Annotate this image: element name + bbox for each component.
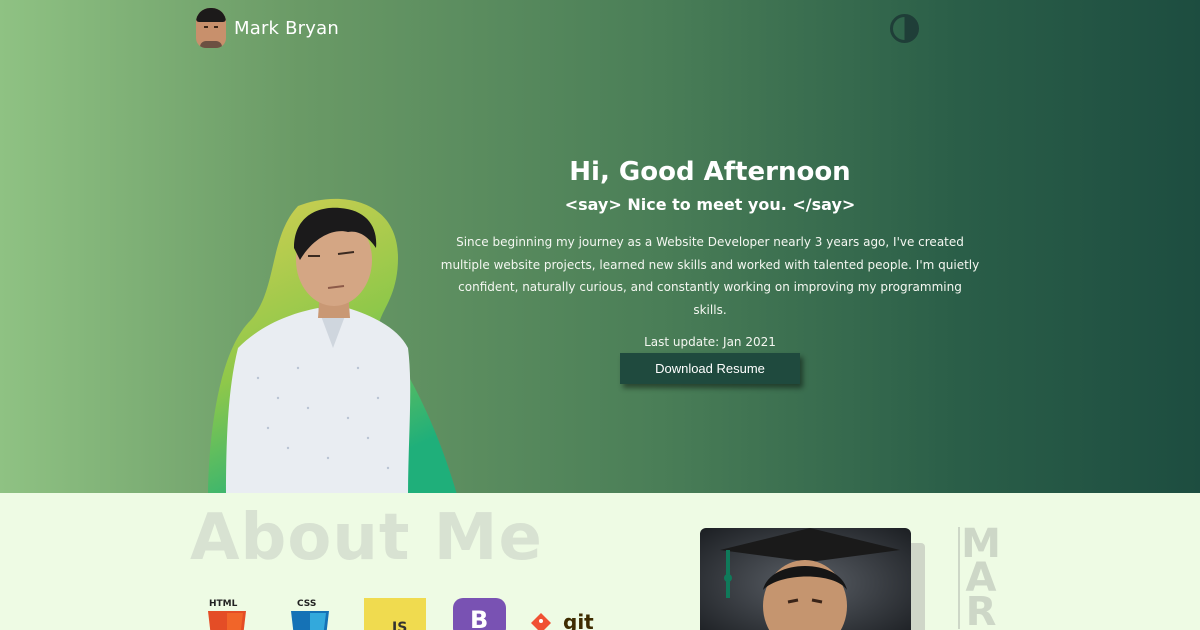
- last-update: Last update: Jan 2021: [644, 335, 776, 349]
- brand[interactable]: Mark Bryan: [196, 8, 339, 48]
- about-section: About Me HTML CSS JS B git M A R: [0, 493, 1200, 630]
- avatar: [196, 8, 226, 48]
- download-resume-button[interactable]: Download Resume: [620, 353, 800, 384]
- hero-section: Mark Bryan Hi, Good Afternoon <say> Nice…: [0, 0, 1200, 493]
- javascript-icon: JS: [364, 598, 426, 630]
- about-title: About Me: [190, 501, 543, 575]
- svg-text:B: B: [470, 606, 488, 630]
- brand-name[interactable]: Mark Bryan: [234, 18, 339, 39]
- hero-text: Hi, Good Afternoon <say> Nice to meet yo…: [440, 155, 980, 384]
- css3-icon: CSS: [291, 599, 329, 630]
- svg-text:git: git: [563, 611, 594, 630]
- graduation-photo: [700, 528, 911, 630]
- contrast-icon[interactable]: [890, 14, 919, 43]
- tagline: <say> Nice to meet you. </say>: [564, 195, 856, 214]
- git-icon: git: [531, 611, 594, 630]
- greeting-heading: Hi, Good Afternoon: [569, 157, 851, 187]
- svg-text:CSS: CSS: [297, 599, 316, 609]
- side-vertical-text: M A R: [958, 524, 1002, 630]
- bootstrap-icon: B: [453, 598, 506, 630]
- svg-text:HTML: HTML: [209, 599, 238, 609]
- svg-text:JS: JS: [391, 620, 407, 630]
- hero-portrait: [208, 198, 457, 493]
- html5-icon: HTML: [208, 599, 246, 630]
- bio-paragraph: Since beginning my journey as a Website …: [440, 235, 980, 317]
- side-letter: R: [965, 589, 997, 630]
